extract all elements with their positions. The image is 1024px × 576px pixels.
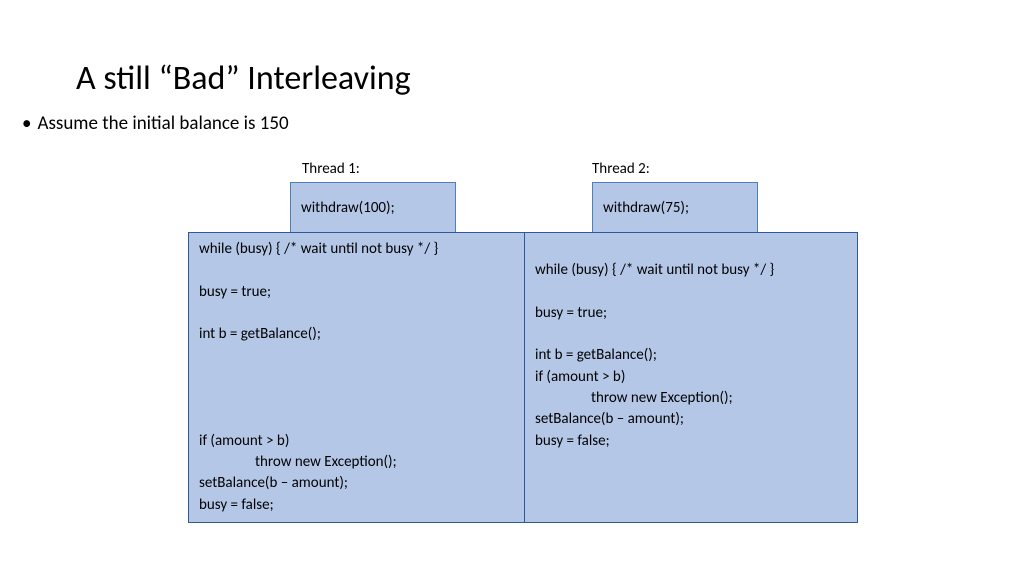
code-line: while (busy) { /* wait until not busy */… [535, 261, 774, 279]
thread1-code: while (busy) { /* wait until not busy */… [188, 232, 524, 523]
thread1-call-box: withdraw(100); [290, 182, 456, 234]
code-line: if (amount > b) [199, 432, 289, 450]
code-line: setBalance(b – amount); [535, 410, 684, 428]
code-line: busy = false; [535, 432, 610, 450]
diagram-container: Thread 1: Thread 2: withdraw(100); withd… [188, 160, 858, 523]
code-table: while (busy) { /* wait until not busy */… [188, 232, 858, 523]
code-line: int b = getBalance(); [535, 346, 657, 364]
code-line: busy = true; [535, 304, 607, 322]
code-line: throw new Exception(); [199, 452, 514, 473]
thread2-code: while (busy) { /* wait until not busy */… [524, 232, 858, 523]
code-line: busy = false; [199, 496, 274, 514]
code-line: int b = getBalance(); [199, 325, 321, 343]
slide-title: A still “Bad” Interleaving [76, 58, 411, 99]
thread2-call-box: withdraw(75); [592, 182, 758, 234]
thread1-label: Thread 1: [302, 160, 592, 178]
thread-labels-row: Thread 1: Thread 2: [188, 160, 858, 178]
thread2-label: Thread 2: [592, 160, 650, 178]
assumption-text: Assume the initial balance is 150 [37, 112, 288, 135]
code-line: throw new Exception(); [535, 388, 847, 409]
call-boxes-row: withdraw(100); withdraw(75); [188, 182, 858, 234]
code-line: setBalance(b – amount); [199, 474, 348, 492]
code-line: while (busy) { /* wait until not busy */… [199, 240, 438, 258]
code-line: if (amount > b) [535, 368, 625, 386]
assumption-line: • Assume the initial balance is 150 [22, 112, 289, 135]
code-line: busy = true; [199, 283, 271, 301]
bullet-icon: • [22, 112, 31, 135]
